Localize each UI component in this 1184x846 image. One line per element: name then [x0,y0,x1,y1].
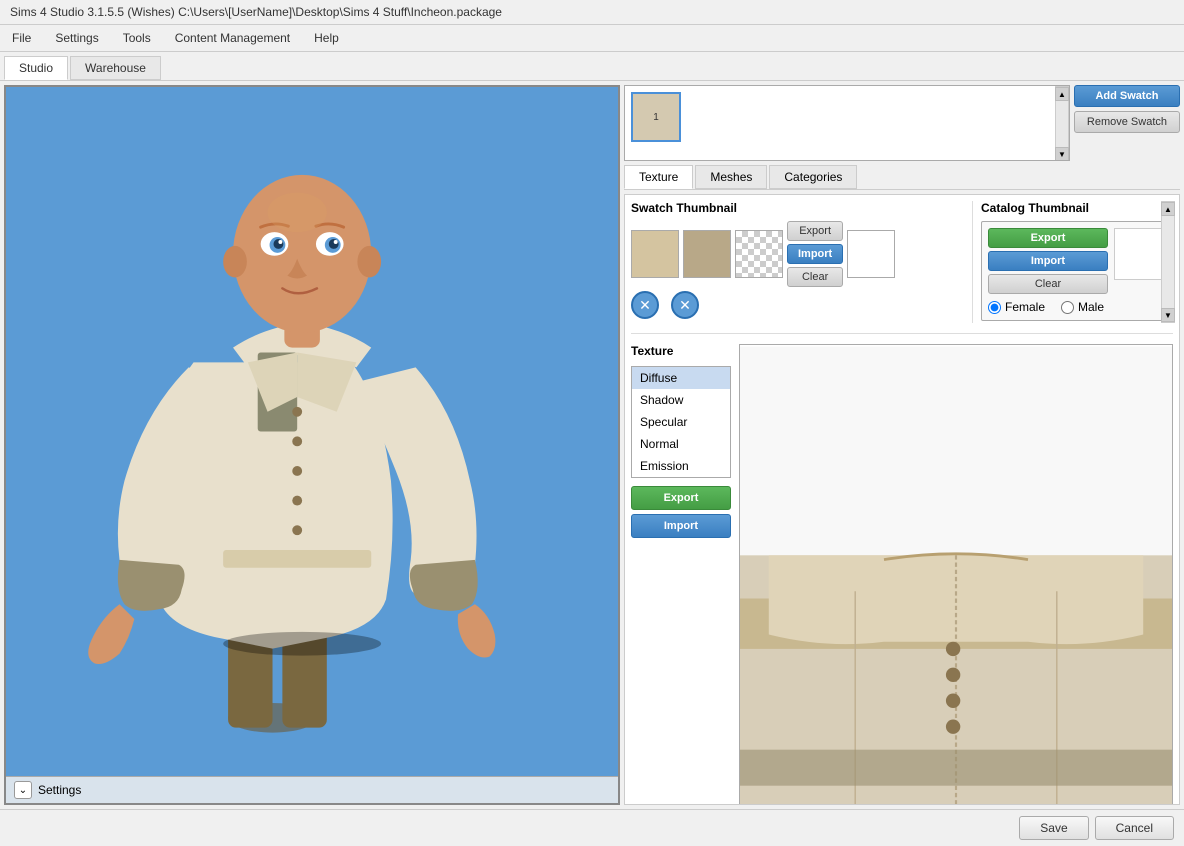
swatch-thumb-specular[interactable] [735,230,783,278]
texture-item-normal[interactable]: Normal [632,433,730,455]
settings-chevron-btn[interactable]: ⌄ [14,781,32,799]
texture-list: Diffuse Shadow Specular Normal Emission [631,366,731,478]
tab-categories[interactable]: Categories [769,165,857,189]
swatch-scrollbar[interactable]: ▲ ▼ [1055,86,1069,161]
radio-male-label[interactable]: Male [1061,300,1104,314]
swatch-area: 1 ▲ ▼ Add Swatch Remove Swatch [624,85,1180,161]
texture-export-btn[interactable]: Export [631,486,731,510]
catalog-export-btn[interactable]: Export [988,228,1108,248]
catalog-scroll-up[interactable]: ▲ [1161,202,1175,216]
texture-item-emission[interactable]: Emission [632,455,730,477]
menu-settings[interactable]: Settings [51,29,102,47]
cancel-button[interactable]: Cancel [1095,816,1174,840]
texture-list-section: Texture Diffuse Shadow Specular Normal E… [631,344,731,805]
menu-help[interactable]: Help [310,29,343,47]
swatch-icon-row: ✕ ✕ [631,291,964,319]
save-button[interactable]: Save [1019,816,1088,840]
texture-preview-area [739,344,1173,805]
viewport-canvas [6,87,618,776]
swatch-list: 1 [625,86,1055,160]
settings-label: Settings [38,783,81,797]
catalog-scroll-down[interactable]: ▼ [1161,308,1175,322]
catalog-thumbnail-title: Catalog Thumbnail [981,201,1173,215]
radio-female-text: Female [1005,300,1045,314]
swatch-import-btn[interactable]: Import [787,244,843,264]
texture-panel: Swatch Thumbnail Export Import Clear [624,194,1180,805]
viewport-panel: ⌄ Settings [4,85,620,805]
catalog-thumb-controls: Export Import Clear [988,228,1166,294]
menu-file[interactable]: File [8,29,35,47]
right-tabs-bar: Texture Meshes Categories [624,165,1180,190]
texture-preview-svg [740,345,1172,805]
add-swatch-button[interactable]: Add Swatch [1074,85,1180,107]
menu-content-management[interactable]: Content Management [171,29,294,47]
catalog-thumb-preview[interactable] [1114,228,1166,280]
menu-tools[interactable]: Tools [119,29,155,47]
texture-item-specular[interactable]: Specular [632,411,730,433]
swatch-item-1[interactable]: 1 [631,92,681,142]
swatch-thumbnail-area: Swatch Thumbnail Export Import Clear [631,201,973,323]
catalog-thumbnail-area: Catalog Thumbnail Export Import Clear [973,201,1173,323]
right-panel: 1 ▲ ▼ Add Swatch Remove Swatch Texture M… [624,85,1180,805]
title-bar: Sims 4 Studio 3.1.5.5 (Wishes) C:\Users\… [0,0,1184,25]
scroll-up-btn[interactable]: ▲ [1055,87,1069,101]
texture-item-shadow[interactable]: Shadow [632,389,730,411]
scroll-down-btn[interactable]: ▼ [1055,147,1069,161]
swatch-thumb-actions: Export Import Clear [787,221,843,287]
remove-swatch-button[interactable]: Remove Swatch [1074,111,1180,133]
swatch-thumb-shadow[interactable] [683,230,731,278]
catalog-clear-btn[interactable]: Clear [988,274,1108,294]
swatch-clear-btn[interactable]: Clear [787,267,843,287]
divider [631,333,1173,334]
texture-bottom: Texture Diffuse Shadow Specular Normal E… [631,344,1173,805]
main-content: ⌄ Settings 1 ▲ ▼ Add Swatch [0,81,1184,809]
texture-section-title: Texture [631,344,731,358]
character-model [6,87,618,776]
main-tabs: Studio Warehouse [0,52,1184,81]
catalog-scrollbar[interactable]: ▲ ▼ [1161,201,1175,323]
swatch-export-btn[interactable]: Export [787,221,843,241]
tab-texture[interactable]: Texture [624,165,693,189]
texture-item-diffuse[interactable]: Diffuse [632,367,730,389]
swatch-thumbnail-title: Swatch Thumbnail [631,201,964,215]
swatch-thumb-diffuse[interactable] [631,230,679,278]
tab-warehouse[interactable]: Warehouse [70,56,161,80]
menu-bar: File Settings Tools Content Management H… [0,25,1184,52]
radio-female-input[interactable] [988,301,1001,314]
tab-studio[interactable]: Studio [4,56,68,80]
swatch-x-btn-1[interactable]: ✕ [631,291,659,319]
catalog-thumb-box: Export Import Clear Female [981,221,1173,321]
texture-import-btn[interactable]: Import [631,514,731,538]
viewport-settings-bar: ⌄ Settings [6,776,618,803]
swatch-buttons: Add Swatch Remove Swatch [1074,85,1180,161]
swatch-thumb-normal[interactable] [847,230,895,278]
radio-male-input[interactable] [1061,301,1074,314]
radio-male-text: Male [1078,300,1104,314]
bottom-bar: Save Cancel [0,809,1184,846]
catalog-import-btn[interactable]: Import [988,251,1108,271]
swatch-x-btn-2[interactable]: ✕ [671,291,699,319]
swatch-thumb-row: Export Import Clear [631,221,964,287]
tab-meshes[interactable]: Meshes [695,165,767,189]
radio-female-label[interactable]: Female [988,300,1045,314]
title-text: Sims 4 Studio 3.1.5.5 (Wishes) C:\Users\… [10,5,502,19]
gender-radio-group: Female Male [988,300,1166,314]
texture-btn-group: Export Import [631,486,731,538]
